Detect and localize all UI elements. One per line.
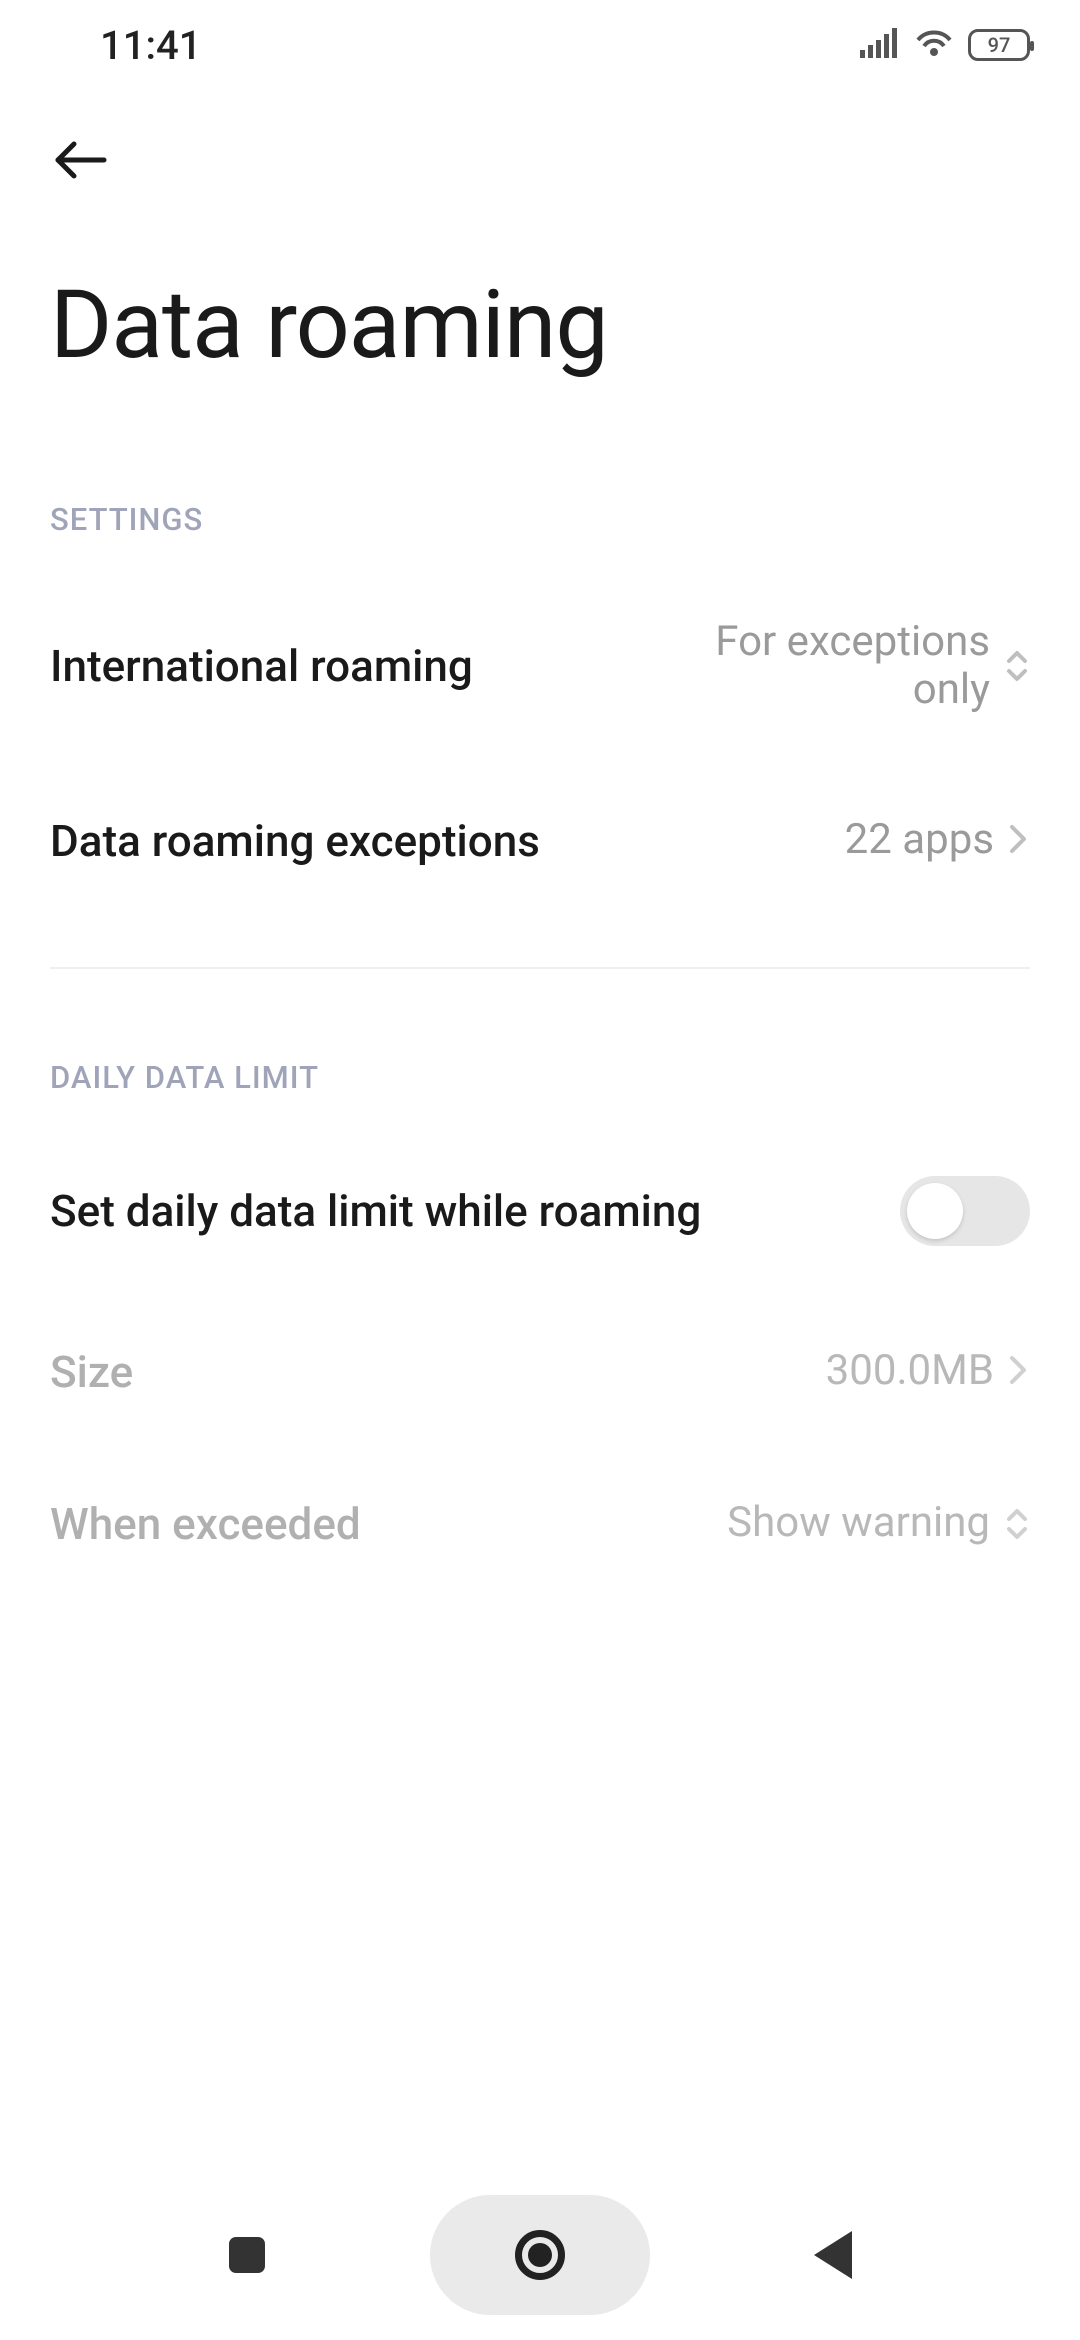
nav-recent-button[interactable] (217, 2225, 277, 2285)
size-row[interactable]: Size 300.0MB (0, 1296, 1080, 1448)
international-roaming-value-wrap: For exceptions only (670, 618, 1030, 715)
system-nav-bar (0, 2170, 1080, 2340)
chevron-right-icon (1008, 821, 1030, 861)
size-value-wrap: 300.0MB (826, 1347, 1030, 1395)
set-daily-limit-label: Set daily data limit while roaming (50, 1185, 701, 1237)
when-exceeded-value: Show warning (727, 1499, 990, 1547)
international-roaming-label: International roaming (50, 640, 473, 692)
when-exceeded-label: When exceeded (50, 1498, 361, 1550)
chevron-right-icon (1008, 1352, 1030, 1392)
status-bar: 11:41 97 (0, 0, 1080, 90)
data-roaming-exceptions-value-wrap: 22 apps (845, 816, 1030, 864)
status-time: 11:41 (100, 22, 201, 69)
arrow-left-icon (52, 140, 108, 180)
when-exceeded-value-wrap: Show warning (727, 1499, 1030, 1547)
cellular-signal-icon (860, 28, 900, 62)
square-icon (229, 2237, 265, 2273)
nav-back-button[interactable] (803, 2225, 863, 2285)
size-value: 300.0MB (826, 1347, 994, 1395)
battery-level: 97 (988, 33, 1011, 57)
when-exceeded-row[interactable]: When exceeded Show warning (0, 1448, 1080, 1600)
battery-icon: 97 (968, 29, 1030, 61)
circle-icon (515, 2230, 565, 2280)
set-daily-limit-row[interactable]: Set daily data limit while roaming (0, 1126, 1080, 1296)
nav-home-button[interactable] (430, 2195, 650, 2315)
toggle-knob (907, 1183, 963, 1239)
status-icons: 97 (860, 28, 1030, 62)
header-row (0, 90, 1080, 230)
section-header-settings: SETTINGS (0, 461, 1080, 568)
data-roaming-exceptions-value: 22 apps (845, 816, 994, 864)
chevron-updown-icon (1004, 1506, 1030, 1542)
wifi-icon (914, 28, 954, 62)
chevron-updown-icon (1004, 648, 1030, 684)
section-divider (50, 967, 1030, 969)
back-button[interactable] (50, 130, 110, 190)
size-label: Size (50, 1346, 133, 1398)
triangle-left-icon (814, 2231, 852, 2279)
international-roaming-row[interactable]: International roaming For exceptions onl… (0, 568, 1080, 765)
section-header-daily-limit: DAILY DATA LIMIT (0, 1019, 1080, 1126)
international-roaming-value: For exceptions only (670, 618, 990, 715)
data-roaming-exceptions-label: Data roaming exceptions (50, 815, 540, 867)
data-roaming-exceptions-row[interactable]: Data roaming exceptions 22 apps (0, 765, 1080, 917)
page-title: Data roaming (0, 230, 1080, 461)
set-daily-limit-toggle[interactable] (900, 1176, 1030, 1246)
